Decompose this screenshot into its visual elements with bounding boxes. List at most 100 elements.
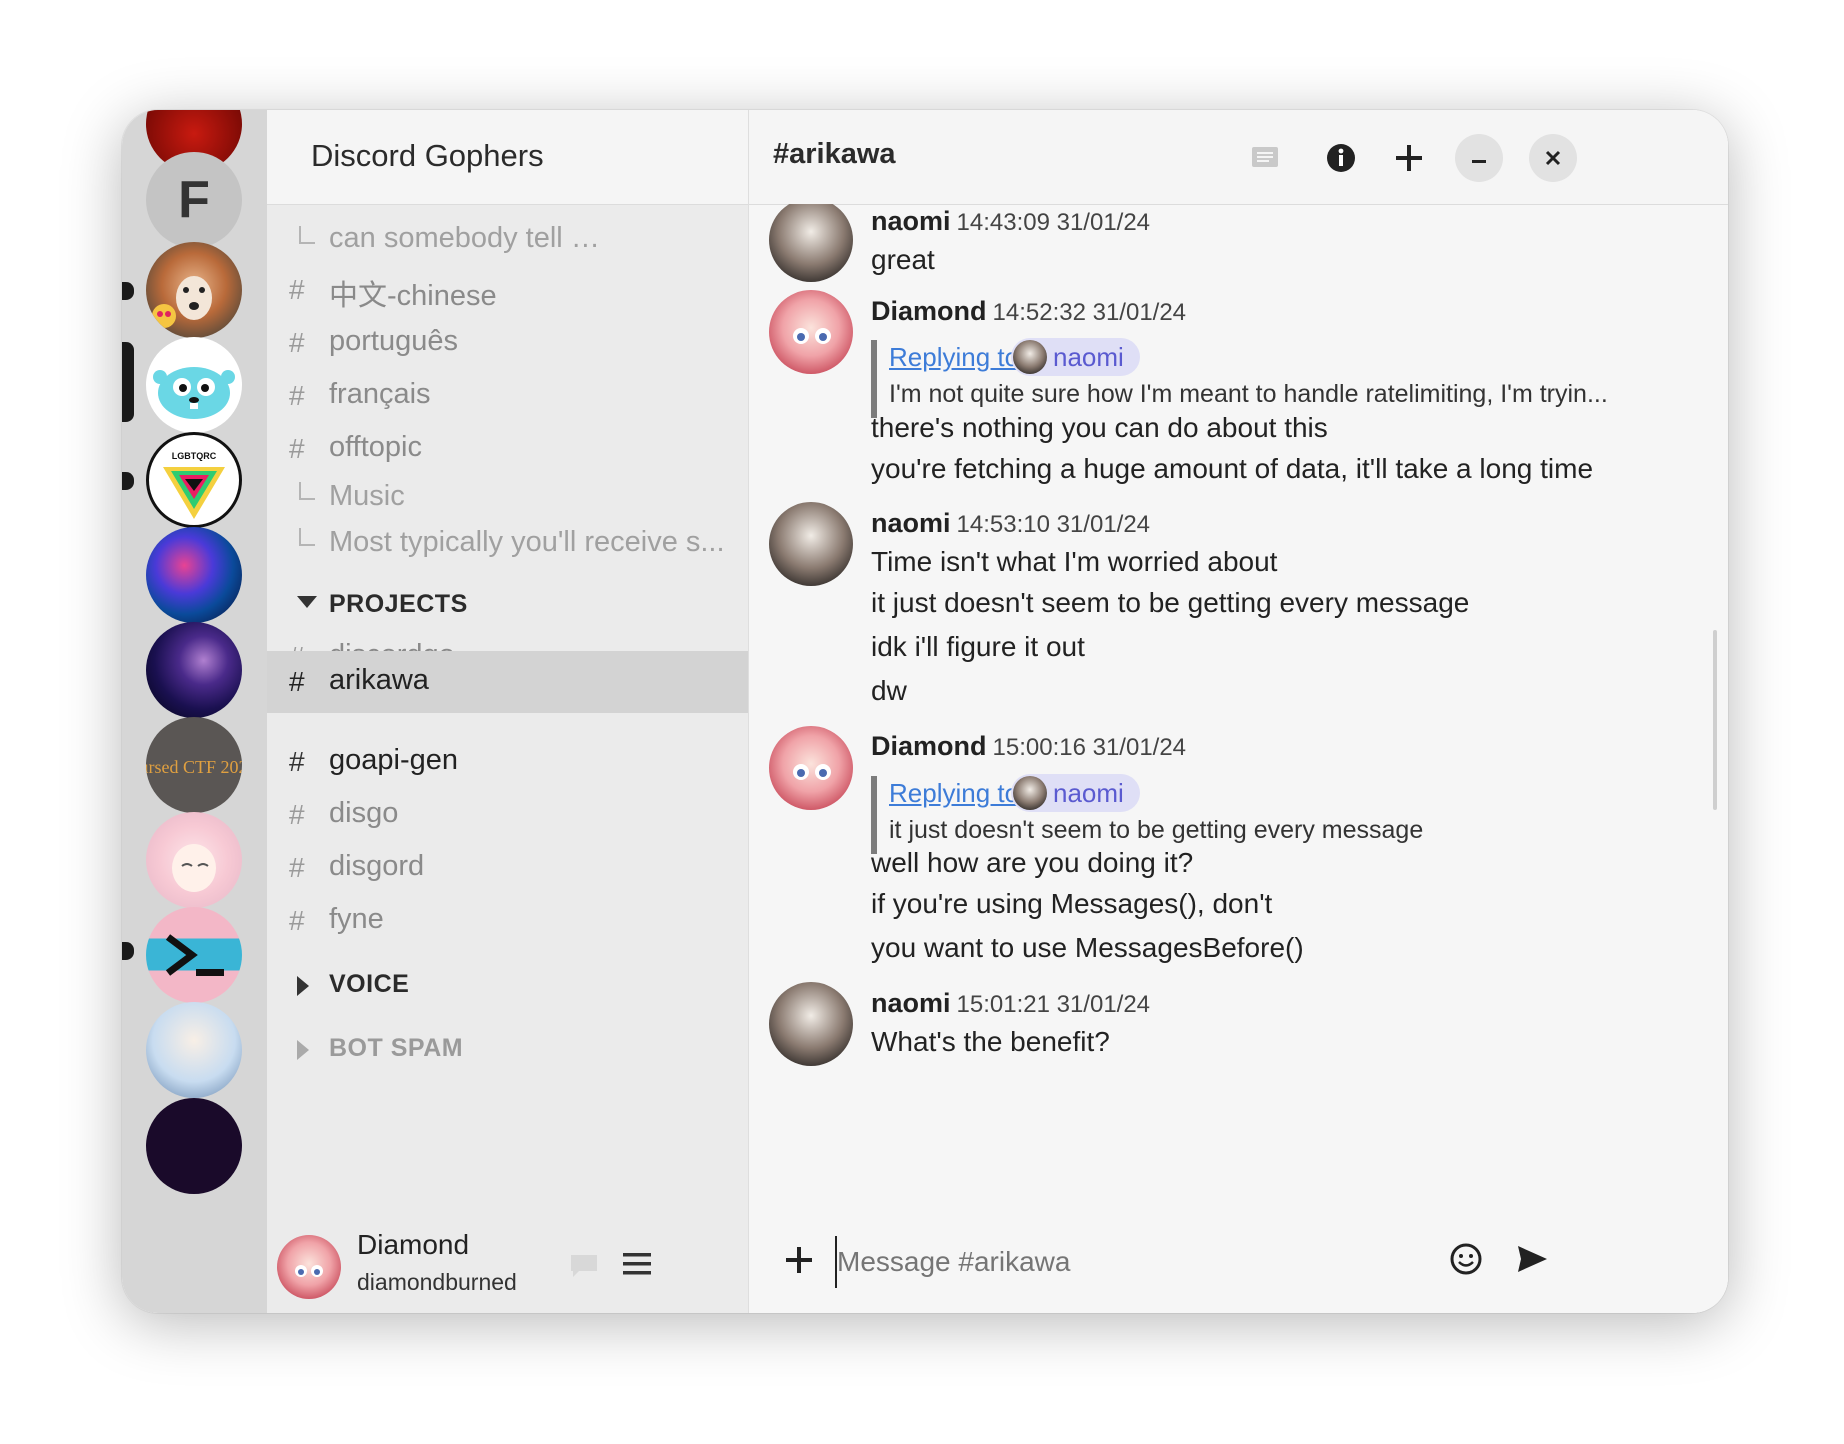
server-icon-anime[interactable] [146,812,242,908]
hamburger-menu-icon[interactable] [621,1249,653,1284]
replying-to-link[interactable]: Replying to [889,778,1019,809]
mini-avatar [1013,776,1047,810]
avatar-face [793,328,831,344]
send-icon[interactable] [1515,1242,1549,1281]
scrollbar[interactable] [1713,630,1717,810]
cursed-ctf-logo-icon: cursed CTF 2024 [146,757,242,777]
author-name: naomi [871,206,951,236]
category-voice[interactable]: VOICE [267,960,748,1010]
server-icon-cursed-ctf[interactable]: cursed CTF 2024 [146,717,242,813]
avatar[interactable] [769,726,853,810]
message-text: there's nothing you can do about this [871,412,1328,443]
message-input[interactable] [835,1236,1419,1288]
info-icon[interactable] [1317,134,1365,182]
hash-icon: # [289,380,305,411]
message-text: you want to use MessagesBefore() [871,932,1304,963]
message-text: well how are you doing it? [871,847,1194,878]
chevron-right-icon [297,976,309,996]
reply-quote: I'm not quite sure how I'm meant to hand… [889,380,1608,408]
avatar[interactable] [277,1235,341,1299]
server-icon-gopher[interactable] [146,337,242,433]
message-text: idk i'll figure it out [871,631,1085,662]
category-label: VOICE [329,970,410,998]
message-composer [749,1214,1728,1313]
message-text: you're fetching a huge amount of data, i… [871,453,1594,484]
channel-item[interactable]: # disgord [267,838,748,898]
server-icon-letter[interactable]: F [146,152,242,248]
category-projects[interactable]: PROJECTS [267,580,748,630]
server-icon-shiba[interactable] [146,242,242,338]
lgbtqrc-badge-text: LGBTQRC [172,451,217,461]
unread-pill [122,282,134,300]
server-icon-partial[interactable] [146,1098,242,1194]
avatar[interactable] [769,502,853,586]
server-icon-terminal[interactable] [146,907,242,1003]
attach-plus-icon[interactable] [783,1244,815,1281]
channel-label: português [329,325,458,357]
emoji-icon[interactable] [1449,1242,1483,1281]
message-author[interactable]: Diamond 14:52:32 31/01/24 [871,296,1186,327]
server-rail: F LGBTQRC cursed CTF 2024 [122,110,267,1313]
chat-main: #arikawa naomi 14:43:09 31/01/24 great D… [748,110,1728,1313]
message-text: Time isn't what I'm worried about [871,546,1278,577]
hash-icon: # [289,852,305,883]
gopher-icon [153,367,235,419]
hash-icon: # [289,274,305,305]
channel-label: fyne [329,903,384,935]
thread-label: Most typically you'll receive s... [329,526,725,558]
chat-bubble-icon[interactable] [569,1251,599,1284]
message-timestamp: 15:00:16 31/01/24 [992,734,1187,761]
channel-label: goapi-gen [329,744,458,776]
close-icon[interactable] [1529,134,1577,182]
channel-item[interactable]: # disgo [267,785,748,845]
server-icon-lgbtqrc[interactable]: LGBTQRC [146,432,242,528]
anime-face-icon [172,844,216,892]
minimize-icon[interactable] [1455,134,1503,182]
message-text: What's the benefit? [871,1026,1110,1057]
replying-to-link[interactable]: Replying to [889,342,1019,373]
category-label: PROJECTS [329,590,468,618]
triangle-logo-icon: LGBTQRC [163,451,225,519]
message-author[interactable]: Diamond 15:00:16 31/01/24 [871,731,1186,762]
category-bot-spam[interactable]: BOT SPAM [267,1024,748,1074]
server-icon-singer[interactable] [146,1002,242,1098]
mini-avatar [1013,340,1047,374]
unread-pill [122,472,134,490]
channel-item[interactable]: # 中文-chinese [267,260,748,320]
mention-chip[interactable]: naomi [1011,774,1140,812]
message-author[interactable]: naomi 14:53:10 31/01/24 [871,508,1150,539]
avatar[interactable] [769,290,853,374]
message-text: if you're using Messages(), don't [871,888,1273,919]
channel-label: offtopic [329,431,422,463]
reply-preview[interactable]: Replying to naomi I'm not quite sure how… [871,338,1707,418]
channel-item-selected[interactable]: # arikawa [267,651,748,713]
user-display-name: Diamond [357,1229,470,1260]
hash-icon: # [289,433,305,464]
thread-branch-icon [299,226,315,244]
channel-item[interactable]: # fyne [267,891,748,951]
threads-icon[interactable] [1241,134,1289,182]
mention-name: naomi [1053,342,1124,372]
thread-item[interactable]: Most typically you'll receive s... [267,514,748,574]
app-window: F LGBTQRC cursed CTF 2024 Dis [122,110,1728,1313]
reply-preview[interactable]: Replying to naomi it just doesn't seem t… [871,774,1707,854]
channel-label: français [329,378,431,410]
cursed-ctf-badge-text: cursed CTF 2024 [146,757,242,777]
mention-chip[interactable]: naomi [1011,338,1140,376]
avatar[interactable] [769,204,853,282]
plus-icon[interactable] [1385,134,1433,182]
message-timestamp: 15:01:21 31/01/24 [956,991,1151,1018]
channel-item[interactable]: # português [267,313,748,373]
sidebar-header: Discord Gophers [267,110,748,205]
shiba-face-icon [152,276,212,328]
user-username: diamondburned [357,1269,517,1295]
chevron-right-icon [297,1040,309,1060]
channel-item[interactable]: # français [267,366,748,426]
channel-item[interactable]: # goapi-gen [267,732,748,792]
server-icon-night[interactable] [146,622,242,718]
channel-title: #arikawa [773,138,896,170]
server-icon-cyber[interactable] [146,527,242,623]
avatar[interactable] [769,982,853,1066]
message-author[interactable]: naomi 15:01:21 31/01/24 [871,988,1150,1019]
message-author[interactable]: naomi 14:43:09 31/01/24 [871,206,1150,237]
